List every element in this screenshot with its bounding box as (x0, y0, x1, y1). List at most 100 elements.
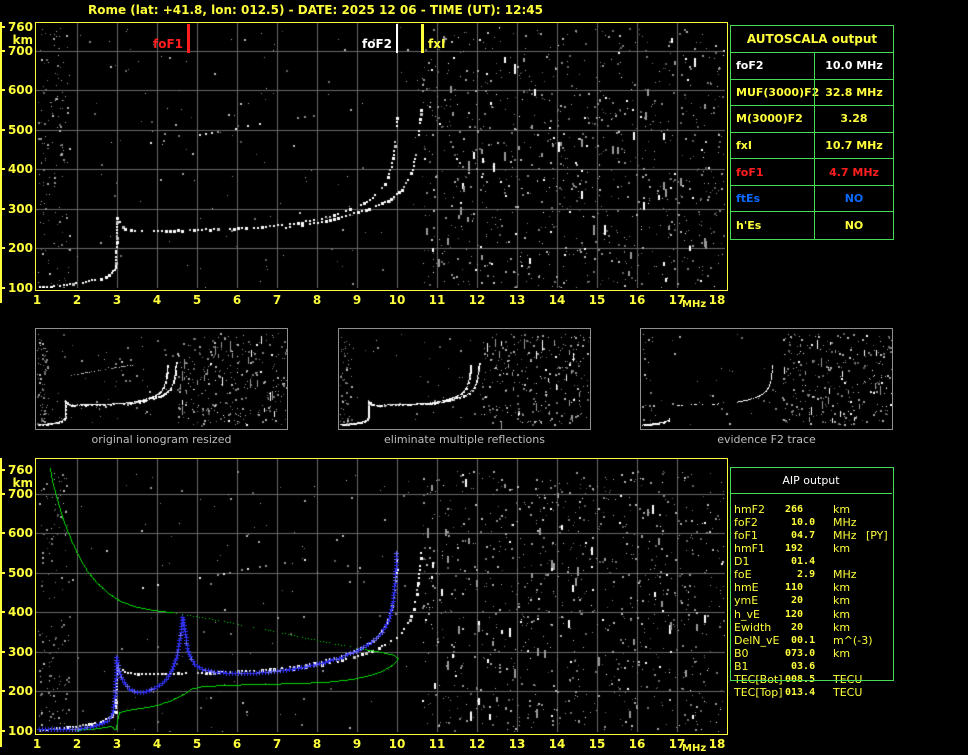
autoscala-param-foF1: foF1 (731, 159, 814, 186)
bottom-plot-x-label-16: 16 (628, 737, 646, 751)
autoscala-output-table: AUTOSCALA output foF2 10.0 MHz MUF(3000)F2… (730, 25, 894, 240)
bottom-plot-x-label-2: 2 (72, 737, 82, 751)
aip-u-ymE: km (833, 594, 851, 608)
aip-row-B0: B0 073.0 km (730, 647, 900, 660)
bottom-plot-x-label-3: 3 (112, 737, 122, 751)
aip-p-foF2: foF2 (734, 516, 758, 530)
autoscala-value-fxI: 10.7 MHz (814, 132, 893, 160)
autoscala-param-fxI: fxI (731, 133, 814, 160)
aip-row-TEC[Top]: TEC[Top] 013.4 TECU (730, 686, 900, 699)
bottom-plot-y-nub-200 (0, 690, 5, 693)
aip-row-hmE: hmE 110 km (730, 581, 900, 594)
aip-p-hmF1: hmF1 (734, 542, 766, 556)
top-plot-x-label-13: 13 (508, 293, 526, 307)
top-plot-y-nub-600 (0, 89, 5, 92)
aip-u-foE: MHz (833, 568, 857, 582)
aip-v-hmF1: 192 (785, 543, 804, 555)
aip-v-DelN_vE: 00.1 (785, 634, 816, 646)
bottom-plot-x-label-4: 4 (152, 737, 162, 751)
autoscala-screen: Rome (lat: +41.8, lon: 012.5) - DATE: 20… (0, 0, 968, 755)
bottom-plot-y-nub-600 (0, 532, 5, 535)
top-plot-y-nub-500 (0, 128, 5, 131)
aip-p-D1: D1 (734, 555, 750, 569)
top-plot-x-unit: MHz (682, 299, 707, 310)
top-plot-x-label-5: 5 (192, 293, 202, 307)
aip-v-foE: 2.9 (785, 569, 816, 581)
top-plot-y-label-200: 200 (7, 241, 33, 256)
top-plot-y-nub-700 (0, 49, 5, 52)
aip-p-hmF2: hmF2 (734, 503, 766, 516)
bottom-plot-x-label-7: 7 (272, 737, 282, 751)
autoscala-param-M(3000)F2: M(3000)F2 (731, 106, 814, 133)
bottom-plot-y-label-300: 300 (7, 644, 33, 659)
autoscala-param-h'Es: h'Es (736, 219, 762, 233)
marker-line-fxI (421, 24, 424, 53)
marker-label-fxI: fxI (428, 37, 446, 51)
aip-p-B1: B1 (734, 659, 749, 673)
bottom-plot-y-label-100: 100 (7, 724, 33, 739)
autoscala-value-MUF(3000)F2: 32.8 MHz (814, 79, 893, 107)
marker-label-foF2: foF2 (361, 37, 392, 51)
aip-table-title: AIP output (782, 473, 840, 487)
bottom-plot-y-label-760: 760 (7, 463, 33, 477)
aip-row-DelN_vE: DelN_vE 00.1 m^(-3) (730, 634, 900, 647)
aip-u-hmE: km (833, 581, 851, 595)
bottom-plot-y-label-200: 200 (7, 684, 33, 699)
page-title: Rome (lat: +41.8, lon: 012.5) - DATE: 20… (88, 3, 543, 17)
autoscala-value-h'Es: NO (814, 212, 893, 239)
aip-row-hmF1: hmF1 192 km (730, 542, 900, 555)
bottom-plot-y-nub-300 (0, 650, 5, 653)
top-ionogram-canvas (36, 23, 725, 288)
thumbnail-caption-eliminate: eliminate multiple reflections (384, 433, 545, 446)
top-plot-y-label-700: 700 (7, 43, 33, 58)
aip-v-Ewidth: 20 (785, 621, 804, 633)
top-plot-x-label-2: 2 (72, 293, 82, 307)
autoscala-param-ftEs: ftEs (731, 186, 814, 213)
bottom-plot-y-nub-100 (0, 730, 5, 733)
top-plot-y-nub-100 (0, 287, 5, 290)
bottom-plot-x-label-9: 9 (352, 737, 362, 751)
bottom-plot-y-nub-500 (0, 571, 5, 574)
aip-v-D1: 01.4 (785, 556, 816, 568)
aip-p-h_vE: h_vE (734, 607, 760, 621)
thumbnail-evidence-f2 (640, 328, 893, 430)
aip-row-TEC[Bot]: TEC[Bot] 008.5 TECU (730, 673, 900, 686)
top-plot-x-label-8: 8 (312, 293, 322, 307)
aip-u-DelN_vE: m^(-3) (833, 633, 873, 647)
top-plot-y-nub-200 (0, 247, 5, 250)
top-plot-y-label-760: 760 (7, 20, 33, 34)
top-plot-y-nub-400 (0, 168, 5, 171)
aip-p-foE: foE (734, 568, 752, 582)
aip-v-TEC[Bot]: 008.5 (785, 673, 816, 685)
aip-p-TEC[Top]: TEC[Top] (734, 685, 783, 699)
bottom-plot-x-label-11: 11 (428, 737, 446, 751)
bottom-plot-x-unit: MHz (682, 743, 707, 754)
aip-u-TEC[Top]: TECU (833, 685, 863, 699)
bottom-plot-x-label-6: 6 (232, 737, 242, 751)
aip-v-B1: 03.6 (785, 660, 816, 672)
aip-row-foE: foE 2.9 MHz (730, 568, 900, 581)
aip-p-DelN_vE: DelN_vE (734, 633, 780, 647)
bottom-plot-x-label-15: 15 (588, 737, 606, 751)
aip-u-hmF2: km (833, 503, 851, 516)
bottom-plot-left-axis-line (0, 458, 2, 747)
autoscala-value-foF2: 10.0 MHz (814, 53, 893, 80)
thumbnail-original-canvas (36, 329, 287, 429)
top-plot-y-nub-300 (0, 207, 5, 210)
thumbnail-caption-original: original ionogram resized (91, 433, 232, 446)
aip-v-foF2: 10.0 (785, 517, 816, 529)
top-plot-x-label-4: 4 (152, 293, 162, 307)
autoscala-table-title: AUTOSCALA output (731, 26, 893, 53)
bottom-plot-x-label-8: 8 (312, 737, 322, 751)
aip-p-Ewidth: Ewidth (734, 620, 772, 634)
top-plot-y-nub-760 (0, 26, 5, 28)
aip-u-foF1: MHz (833, 529, 857, 543)
aip-row-Ewidth: Ewidth 20 km (730, 621, 900, 634)
top-plot-x-label-6: 6 (232, 293, 242, 307)
aip-row-foF2: foF2 10.0 MHz (730, 516, 900, 529)
bottom-plot-x-label-12: 12 (468, 737, 486, 751)
autoscala-value-M(3000)F2: 3.28 (814, 106, 893, 133)
aip-x-foF1: [PY] (866, 529, 888, 543)
aip-u-foF2: MHz (833, 516, 857, 530)
aip-v-hmF2: 266 (785, 504, 804, 515)
